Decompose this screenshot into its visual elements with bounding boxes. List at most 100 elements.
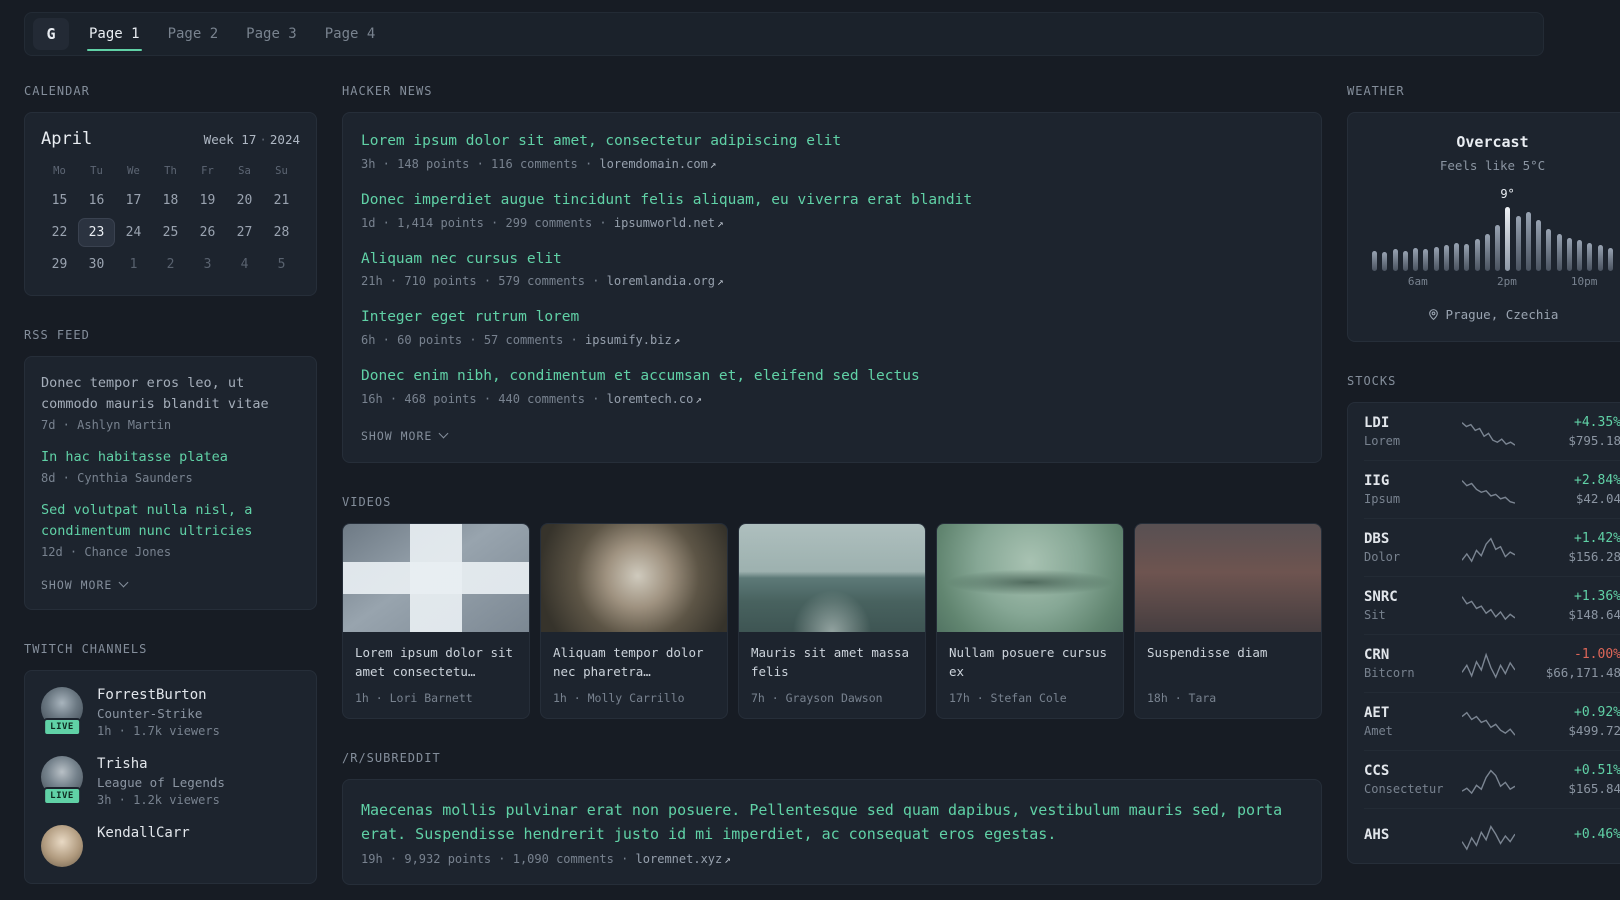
hn-source-link[interactable]: loremdomain.com ↗ xyxy=(599,157,716,171)
subreddit-post-title[interactable]: Maecenas mollis pulvinar erat non posuer… xyxy=(361,798,1303,846)
video-card[interactable]: Mauris sit amet massa felis 7h · Grayson… xyxy=(738,522,926,719)
twitch-channel[interactable]: LIVE Trisha League of Legends 3h · 1.2k … xyxy=(41,755,300,807)
video-thumbnail[interactable] xyxy=(541,523,727,632)
twitch-channel[interactable]: LIVE ForrestBurton Counter-Strike 1h · 1… xyxy=(41,686,300,738)
hn-source-link[interactable]: ipsumworld.net ↗ xyxy=(614,216,724,230)
videos-widget: Videos Lorem ipsum dolor sit amet consec… xyxy=(342,495,1322,719)
hn-source-link[interactable]: ipsumify.biz ↗ xyxy=(585,333,680,347)
hn-item-title[interactable]: Lorem ipsum dolor sit amet, consectetur … xyxy=(361,131,1303,153)
weather-hour-bar xyxy=(1607,247,1613,271)
weather-condition: Overcast xyxy=(1456,133,1529,151)
rss-item-title[interactable]: Donec tempor eros leo, ut commodo mauris… xyxy=(41,373,300,415)
video-title[interactable]: Nullam posuere cursus ex xyxy=(949,643,1111,683)
weather-hour-bar xyxy=(1454,242,1459,271)
weather-location-label: Prague, Czechia xyxy=(1445,307,1559,322)
tab-page-4[interactable]: Page 4 xyxy=(325,13,376,55)
hn-item-meta: 21h · 710 points · 579 comments · loreml… xyxy=(361,274,1303,288)
video-thumbnail[interactable] xyxy=(1135,523,1321,632)
hn-item-stats: 6h · 60 points · 57 comments · xyxy=(361,333,585,347)
weather-chart: 9° 6am 2pm 10pm xyxy=(1372,187,1613,291)
channel-viewers: 3h · 1.2k viewers xyxy=(97,792,220,807)
chevron-down-icon xyxy=(118,577,129,588)
app-logo[interactable]: G xyxy=(33,18,69,50)
rss-item: Sed volutpat nulla nisl, a condimentum n… xyxy=(41,500,300,559)
external-link-icon: ↗ xyxy=(724,852,731,866)
video-title[interactable]: Mauris sit amet massa felis xyxy=(751,643,913,683)
rss-item-meta: 7d · Ashlyn Martin xyxy=(41,417,172,432)
external-link-icon: ↗ xyxy=(717,275,724,289)
calendar-widget-title: Calendar xyxy=(24,84,90,98)
video-card[interactable]: Lorem ipsum dolor sit amet consectetu… 1… xyxy=(342,522,530,719)
video-card[interactable]: Nullam posuere cursus ex 17h · Stefan Co… xyxy=(936,522,1124,719)
weather-hour-bar xyxy=(1515,215,1521,271)
hn-show-more-button[interactable]: SHOW MORE xyxy=(361,429,449,443)
stock-sparkline xyxy=(1462,821,1515,851)
hn-source-domain: loremdomain.com xyxy=(599,156,708,171)
hn-item-title[interactable]: Donec enim nibh, condimentum et accumsan… xyxy=(361,366,1303,388)
stock-row[interactable]: CRN Bitcorn -1.00% $66,171.48 xyxy=(1364,634,1620,692)
hn-item-title[interactable]: Integer eget rutrum lorem xyxy=(361,307,1303,329)
stock-row[interactable]: CCS Consectetur +0.51% $165.84 xyxy=(1364,750,1620,808)
stocks-card: LDI Lorem +4.35% $795.18 IIG Ipsum +2.84% $4… xyxy=(1347,402,1620,864)
calendar-day: 17 xyxy=(125,193,142,208)
weather-hour-bar xyxy=(1495,224,1500,271)
hn-item-title[interactable]: Aliquam nec cursus elit xyxy=(361,249,1303,271)
stock-sparkline xyxy=(1462,649,1515,679)
video-card[interactable]: Aliquam tempor dolor nec pharetra… 1h · … xyxy=(540,522,728,719)
stock-row[interactable]: AET Amet +0.92% $499.72 xyxy=(1364,692,1620,750)
video-thumbnail[interactable] xyxy=(739,523,925,632)
hn-source-link[interactable]: loremlandia.org ↗ xyxy=(607,274,724,288)
stock-row[interactable]: SNRC Sit +1.36% $148.64 xyxy=(1364,576,1620,634)
stock-symbol: DBS xyxy=(1364,531,1390,547)
stock-row[interactable]: IIG Ipsum +2.84% $42.04 xyxy=(1364,460,1620,518)
dashboard-page: G Page 1 Page 2 Page 3 Page 4 Calendar A… xyxy=(0,12,1620,900)
stock-name: Ipsum xyxy=(1364,492,1401,506)
subreddit-card: Maecenas mollis pulvinar erat non posuer… xyxy=(342,778,1322,885)
channel-category: League of Legends xyxy=(97,774,225,790)
stock-symbol: SNRC xyxy=(1364,589,1398,605)
rss-item-title[interactable]: In hac habitasse platea xyxy=(41,447,300,468)
hn-source-domain: loremlandia.org xyxy=(606,274,716,289)
stock-change: +0.51% xyxy=(1574,763,1620,778)
video-title[interactable]: Lorem ipsum dolor sit amet consectetu… xyxy=(355,643,517,683)
subreddit-post: Maecenas mollis pulvinar erat non posuer… xyxy=(361,798,1303,866)
hn-source-domain: loremtech.co xyxy=(606,391,694,406)
channel-name[interactable]: ForrestBurton xyxy=(97,687,207,703)
channel-name[interactable]: Trisha xyxy=(97,756,148,772)
hn-item: Aliquam nec cursus elit 21h · 710 points… xyxy=(361,249,1303,289)
stock-row[interactable]: AHS +0.46% xyxy=(1364,808,1620,863)
tab-page-2[interactable]: Page 2 xyxy=(168,13,219,55)
hn-item-title[interactable]: Donec imperdiet augue tincidunt felis al… xyxy=(361,190,1303,212)
stock-row[interactable]: DBS Dolor +1.42% $156.28 xyxy=(1364,518,1620,576)
stock-name: Sit xyxy=(1364,608,1386,622)
video-thumbnail[interactable] xyxy=(343,523,529,632)
weather-time-label: 6am xyxy=(1407,275,1428,288)
rss-show-more-button[interactable]: SHOW MORE xyxy=(41,577,129,592)
twitch-channel[interactable]: KendallCarr xyxy=(41,824,300,867)
weather-hour-bar xyxy=(1443,245,1449,271)
video-meta: 7h · Grayson Dawson xyxy=(751,690,883,705)
video-title[interactable]: Aliquam tempor dolor nec pharetra… xyxy=(553,643,715,683)
video-thumbnail[interactable] xyxy=(937,523,1123,632)
weather-card: Overcast Feels like 5°C 9° 6am 2pm 10pm Pr… xyxy=(1347,112,1620,342)
subreddit-source-link[interactable]: loremnet.xyz ↗ xyxy=(636,852,731,866)
dashboard-grid: Calendar April Week 17 · 2024 Mo Tu We Th Fr Sa… xyxy=(0,56,1620,900)
tab-page-1[interactable]: Page 1 xyxy=(87,13,142,55)
rss-item-title[interactable]: Sed volutpat nulla nisl, a condimentum n… xyxy=(41,500,300,542)
tab-page-3[interactable]: Page 3 xyxy=(246,13,297,55)
video-title[interactable]: Suspendisse diam xyxy=(1147,643,1309,683)
stock-change: +1.42% xyxy=(1574,531,1620,546)
stock-name: Bitcorn xyxy=(1364,666,1415,680)
calendar-day: 3 xyxy=(203,257,212,272)
weather-hour-bar xyxy=(1536,219,1541,271)
weather-widget: Weather Overcast Feels like 5°C 9° 6am 2p… xyxy=(1347,84,1620,342)
video-card[interactable]: Suspendisse diam 18h · Tara xyxy=(1134,522,1322,719)
weather-hour-bar xyxy=(1382,251,1388,271)
calendar-weekday: Fr xyxy=(201,165,214,177)
hn-source-link[interactable]: loremtech.co ↗ xyxy=(607,392,702,406)
weather-hour-bar xyxy=(1413,247,1418,271)
stock-row[interactable]: LDI Lorem +4.35% $795.18 xyxy=(1364,403,1620,460)
weather-hour-bar xyxy=(1587,242,1593,271)
stocks-widget-title: Stocks xyxy=(1347,374,1397,388)
channel-name[interactable]: KendallCarr xyxy=(97,825,190,841)
